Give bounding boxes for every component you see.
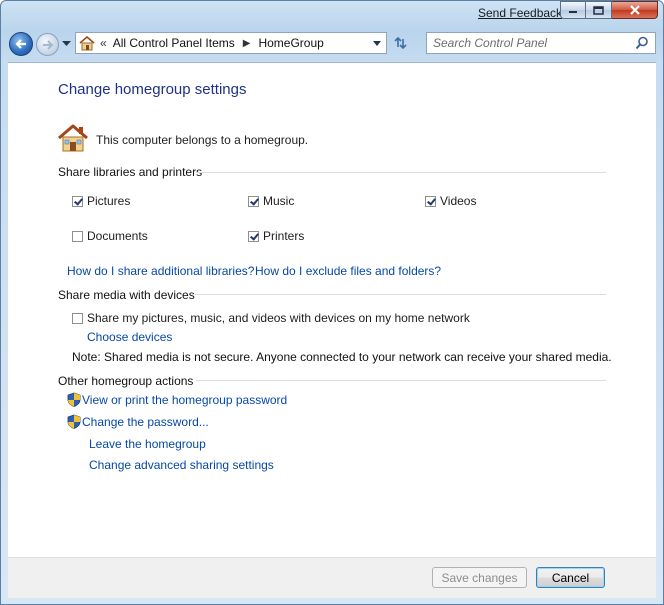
choose-devices-link[interactable]: Choose devices (87, 330, 172, 344)
documents-checkbox[interactable] (72, 230, 83, 242)
leave-homegroup-link[interactable]: Leave the homegroup (89, 437, 206, 451)
shared-media-note: Note: Shared media is not secure. Anyone… (72, 350, 612, 364)
save-changes-button[interactable]: Save changes (432, 567, 527, 588)
refresh-icon (394, 36, 407, 50)
documents-label: Documents (87, 229, 148, 243)
pictures-checkbox[interactable] (72, 195, 83, 207)
cancel-button[interactable]: Cancel (536, 567, 605, 588)
change-password-link[interactable]: Change the password... (82, 415, 209, 429)
share-media-label: Share my pictures, music, and videos wit… (87, 311, 470, 325)
printers-label: Printers (263, 229, 305, 243)
advanced-sharing-link[interactable]: Change advanced sharing settings (89, 458, 274, 472)
videos-label: Videos (440, 194, 477, 208)
forward-button[interactable] (36, 33, 59, 56)
pictures-label: Pictures (87, 194, 131, 208)
breadcrumb-homegroup[interactable]: HomeGroup (258, 36, 323, 50)
back-icon (15, 39, 26, 49)
share-libraries-heading: Share libraries and printers (58, 165, 203, 179)
refresh-button[interactable] (389, 33, 411, 53)
minimize-icon (569, 11, 577, 13)
forward-icon (42, 39, 53, 50)
address-dropdown-icon[interactable] (371, 37, 383, 49)
search-icon[interactable] (635, 36, 649, 50)
breadcrumb-separator-icon[interactable]: ▶ (243, 38, 251, 49)
exclude-files-help-link[interactable]: How do I exclude files and folders? (255, 264, 441, 278)
page-title: Change homegroup settings (58, 81, 247, 98)
share-media-checkbox[interactable] (72, 312, 83, 324)
printers-checkbox[interactable] (248, 230, 259, 242)
breadcrumb-all-items[interactable]: All Control Panel Items (113, 36, 235, 50)
checkbox-videos[interactable]: Videos (425, 194, 476, 208)
videos-checkbox[interactable] (425, 195, 436, 207)
address-bar[interactable]: « All Control Panel Items ▶ HomeGroup (75, 32, 387, 54)
share-libraries-help-link[interactable]: How do I share additional libraries? (67, 264, 254, 278)
share-media-heading: Share media with devices (58, 288, 195, 302)
send-feedback-link[interactable]: Send Feedback (478, 6, 562, 20)
homegroup-icon (79, 35, 95, 51)
share-libraries-divider (196, 172, 606, 173)
shield-icon (67, 392, 81, 407)
maximize-button[interactable] (586, 1, 612, 19)
minimize-button[interactable] (560, 1, 586, 19)
search-input[interactable] (433, 35, 629, 51)
recent-pages-icon[interactable] (62, 41, 71, 47)
other-actions-divider (196, 380, 606, 381)
music-checkbox[interactable] (248, 195, 259, 207)
back-button[interactable] (9, 32, 33, 56)
other-actions-heading: Other homegroup actions (58, 374, 194, 388)
checkbox-pictures[interactable]: Pictures (72, 194, 130, 208)
checkbox-printers[interactable]: Printers (248, 229, 304, 243)
maximize-icon (593, 5, 604, 15)
homegroup-status: This computer belongs to a homegroup. (96, 133, 309, 147)
close-icon (629, 5, 640, 15)
shield-icon (67, 414, 81, 429)
view-password-link[interactable]: View or print the homegroup password (82, 393, 287, 407)
checkbox-music[interactable]: Music (248, 194, 294, 208)
share-media-divider (192, 294, 606, 295)
breadcrumb-overflow[interactable]: « (100, 36, 107, 50)
music-label: Music (263, 194, 295, 208)
search-box[interactable] (426, 32, 656, 54)
house-icon (58, 124, 88, 152)
window-controls (560, 1, 658, 20)
close-button[interactable] (612, 1, 658, 19)
checkbox-documents[interactable]: Documents (72, 229, 148, 243)
checkbox-share-media[interactable]: Share my pictures, music, and videos wit… (72, 311, 470, 325)
